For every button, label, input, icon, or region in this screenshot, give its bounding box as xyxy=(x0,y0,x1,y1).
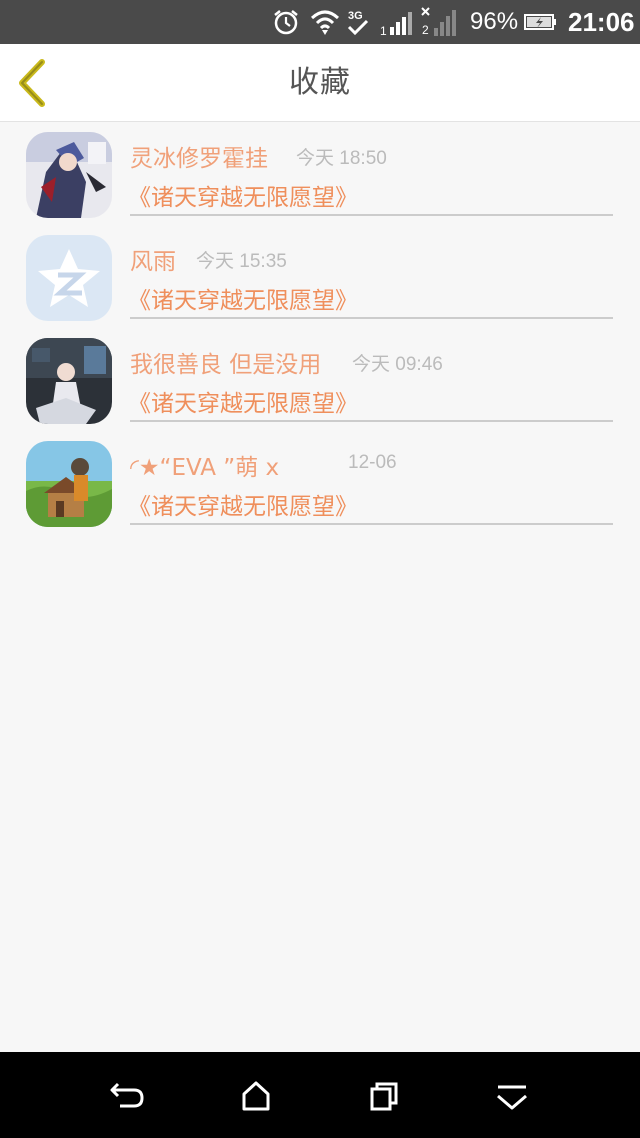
back-arrow-icon[interactable] xyxy=(108,1076,148,1116)
book-title: 《诸天穿越无限愿望》 xyxy=(128,391,358,417)
user-name: 我很善良 但是没用 xyxy=(130,352,322,378)
wifi-icon xyxy=(310,0,342,44)
qq-default-avatar-icon xyxy=(26,235,112,321)
user-name: 风雨 xyxy=(130,249,176,275)
divider xyxy=(130,317,613,319)
avatar xyxy=(26,132,112,218)
svg-text:1: 1 xyxy=(380,24,387,37)
page-title: 收藏 xyxy=(289,65,351,100)
list-item[interactable]: 我很善良 但是没用 今天 09:46 《诸天穿越无限愿望》 xyxy=(0,329,640,432)
avatar xyxy=(26,441,112,527)
list-item[interactable]: 风雨 今天 15:35 《诸天穿越无限愿望》 xyxy=(0,226,640,329)
signal-icon-1: 1 xyxy=(378,0,418,44)
timestamp: 12-06 xyxy=(348,452,397,473)
book-title: 《诸天穿越无限愿望》 xyxy=(128,288,358,314)
battery-percent: 96% xyxy=(470,8,519,35)
battery-icon xyxy=(524,0,558,44)
timestamp: 今天 18:50 xyxy=(296,148,387,169)
timestamp: 今天 09:46 xyxy=(352,354,443,375)
recent-apps-icon[interactable] xyxy=(364,1076,404,1116)
avatar xyxy=(26,338,112,424)
divider xyxy=(130,420,613,422)
alarm-icon xyxy=(272,0,302,44)
home-icon[interactable] xyxy=(236,1076,276,1116)
clock-time: 21:06 xyxy=(568,6,635,37)
navigation-bar xyxy=(0,1052,640,1138)
timestamp: 今天 15:35 xyxy=(196,251,287,272)
status-bar: 3G 1 2 96% 21:06 xyxy=(0,0,640,44)
svg-text:3G: 3G xyxy=(348,10,363,22)
menu-down-icon[interactable] xyxy=(492,1076,532,1116)
svg-text:2: 2 xyxy=(422,23,429,37)
favorites-list: 灵冰修罗霍挂 今天 18:50 《诸天穿越无限愿望》 风雨 今天 15:35 《… xyxy=(0,123,640,535)
user-name: ◜★“EVA ”萌 x xyxy=(130,455,280,481)
divider xyxy=(130,214,613,216)
list-item[interactable]: ◜★“EVA ”萌 x 12-06 《诸天穿越无限愿望》 xyxy=(0,432,640,535)
signal-icon-2: 2 xyxy=(420,0,462,44)
3g-icon: 3G xyxy=(346,0,372,44)
divider xyxy=(130,523,613,525)
avatar xyxy=(26,235,112,321)
chevron-left-icon xyxy=(19,59,45,107)
back-button[interactable] xyxy=(12,58,56,108)
book-title: 《诸天穿越无限愿望》 xyxy=(128,185,358,211)
user-name: 灵冰修罗霍挂 xyxy=(130,146,268,172)
title-bar: 收藏 xyxy=(0,44,640,122)
book-title: 《诸天穿越无限愿望》 xyxy=(128,494,358,520)
list-item[interactable]: 灵冰修罗霍挂 今天 18:50 《诸天穿越无限愿望》 xyxy=(0,123,640,226)
